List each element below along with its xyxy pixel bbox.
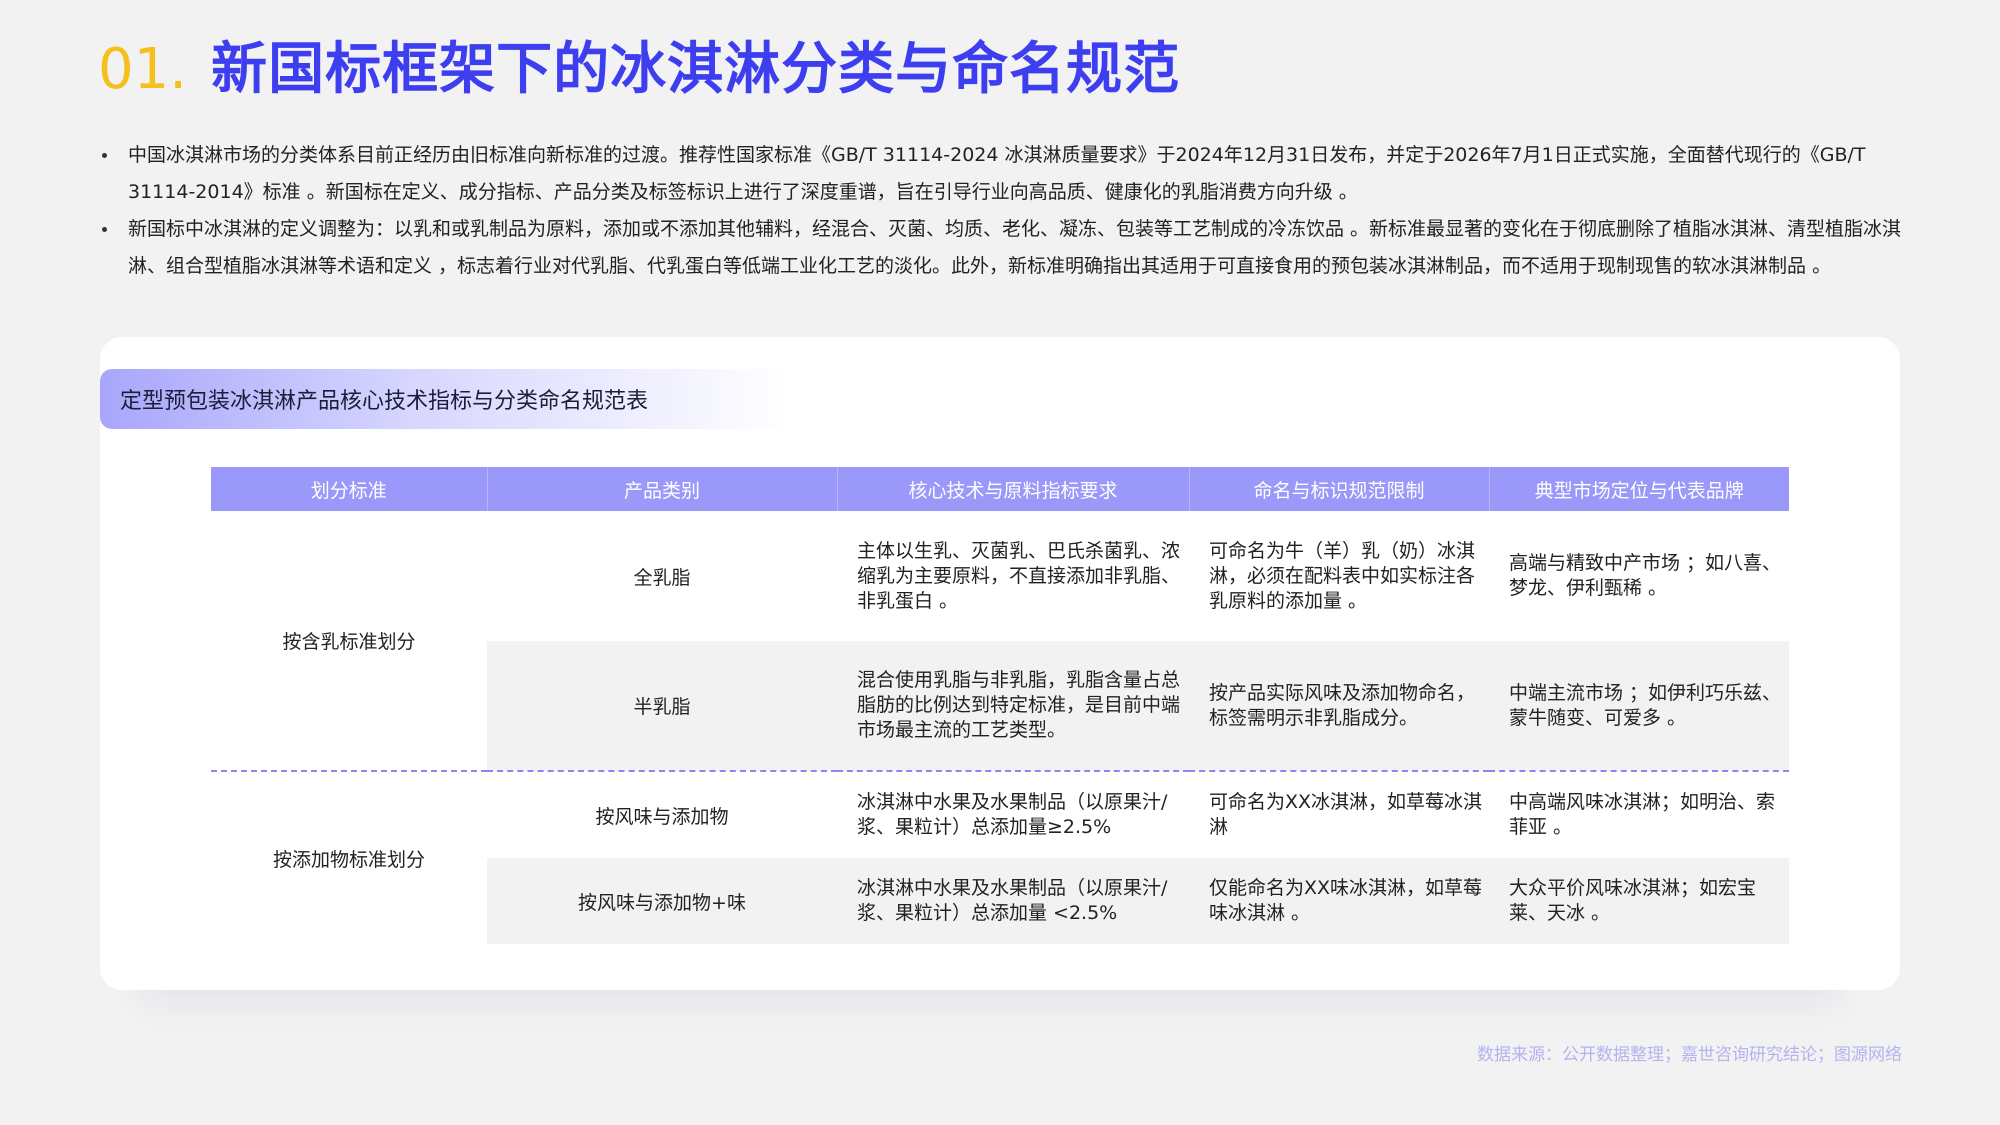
category-cell: 按风味与添加物 [487, 772, 837, 858]
naming-cell: 可命名为XX冰淇淋，如草莓冰淇淋 [1189, 772, 1489, 858]
table-row: 按含乳标准划分 全乳脂 主体以生乳、灭菌乳、巴氏杀菌乳、浓缩乳为主要原料，不直接… [211, 511, 1789, 771]
category-cell: 半乳脂 [487, 641, 837, 771]
market-cell: 高端与精致中产市场 ；如八喜、梦龙、伊利甄稀 。 [1489, 511, 1789, 641]
category-cell: 按风味与添加物+味 [487, 858, 837, 944]
table-title-tab: 定型预包装冰淇淋产品核心技术指标与分类命名规范表 [100, 369, 790, 429]
bullet-item: 中国冰淇淋市场的分类体系目前正经历由旧标准向新标准的过渡。推荐性国家标准《GB/… [98, 137, 1904, 211]
requirement-cell: 主体以生乳、灭菌乳、巴氏杀菌乳、浓缩乳为主要原料，不直接添加非乳脂、非乳蛋白 。 [837, 511, 1189, 641]
market-cell: 大众平价风味冰淇淋；如宏宝莱、天冰 。 [1489, 858, 1789, 944]
group-label: 按添加物标准划分 [211, 772, 487, 944]
header-cell: 命名与标识规范限制 [1188, 467, 1489, 511]
spec-table: 划分标准 产品类别 核心技术与原料指标要求 命名与标识规范限制 典型市场定位与代… [211, 467, 1789, 944]
requirement-cell: 冰淇淋中水果及水果制品（以原果汁/浆、果粒计）总添加量≥2.5% [837, 772, 1189, 858]
header-cell: 核心技术与原料指标要求 [836, 467, 1189, 511]
requirement-cell: 冰淇淋中水果及水果制品（以原果汁/浆、果粒计）总添加量 <2.5% [837, 858, 1189, 944]
header-cell: 产品类别 [486, 467, 837, 511]
data-source-note: 数据来源：公开数据整理；嘉世咨询研究结论；图源网络 [1477, 1045, 1902, 1065]
table-row: 按添加物标准划分 按风味与添加物 冰淇淋中水果及水果制品（以原果汁/浆、果粒计）… [211, 772, 1789, 944]
page-title: 01. 新国标框架下的冰淇淋分类与命名规范 [98, 30, 1180, 110]
header-cell: 典型市场定位与代表品牌 [1488, 467, 1789, 511]
requirement-cell: 混合使用乳脂与非乳脂，乳脂含量占总脂肪的比例达到特定标准，是目前中端市场最主流的… [837, 641, 1189, 771]
market-cell: 中端主流市场 ；如伊利巧乐兹、蒙牛随变、可爱多 。 [1489, 641, 1789, 771]
table-title: 定型预包装冰淇淋产品核心技术指标与分类命名规范表 [120, 389, 649, 414]
group-label: 按含乳标准划分 [211, 511, 487, 771]
section-number: 01. [98, 37, 188, 102]
naming-cell: 按产品实际风味及添加物命名，标签需明示非乳脂成分。 [1189, 641, 1489, 771]
intro-bullets: 中国冰淇淋市场的分类体系目前正经历由旧标准向新标准的过渡。推荐性国家标准《GB/… [98, 137, 1904, 285]
table-header-row: 划分标准 产品类别 核心技术与原料指标要求 命名与标识规范限制 典型市场定位与代… [211, 467, 1789, 511]
table-card: 定型预包装冰淇淋产品核心技术指标与分类命名规范表 划分标准 产品类别 核心技术与… [100, 337, 1900, 990]
bullet-item: 新国标中冰淇淋的定义调整为：以乳和或乳制品为原料，添加或不添加其他辅料，经混合、… [98, 211, 1904, 285]
header-cell: 划分标准 [211, 467, 487, 511]
naming-cell: 可命名为牛（羊）乳（奶）冰淇淋，必须在配料表中如实标注各乳原料的添加量 。 [1189, 511, 1489, 641]
market-cell: 中高端风味冰淇淋；如明治、索菲亚 。 [1489, 772, 1789, 858]
section-title: 新国标框架下的冰淇淋分类与命名规范 [211, 37, 1181, 102]
category-cell: 全乳脂 [487, 511, 837, 641]
naming-cell: 仅能命名为XX味冰淇淋，如草莓味冰淇淋 。 [1189, 858, 1489, 944]
